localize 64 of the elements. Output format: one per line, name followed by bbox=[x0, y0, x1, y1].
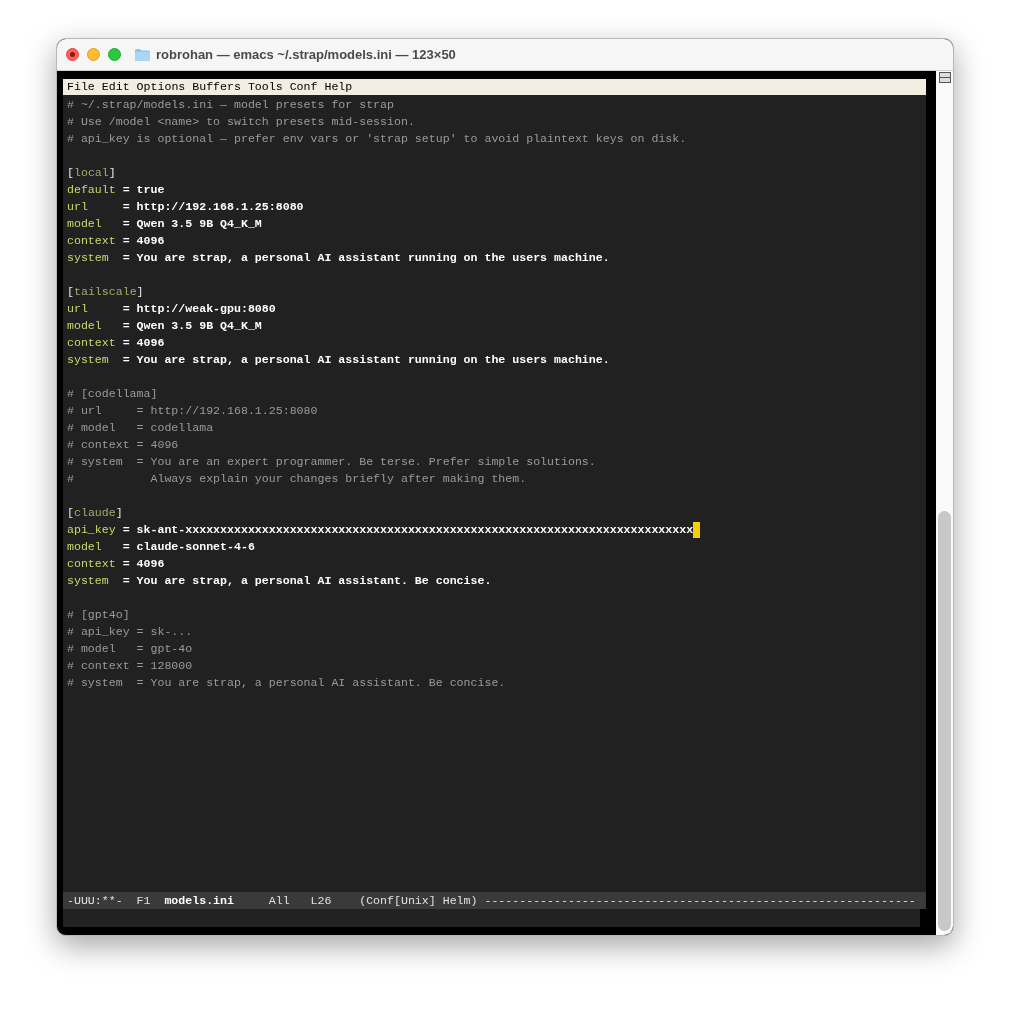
setting-value: = http://192.168.1.25:8080 bbox=[122, 199, 304, 215]
setting-value: = sk-ant-xxxxxxxxxxxxxxxxxxxxxxxxxxxxxxxxxxxxxxxxxxxxxxxxxxxxxxxxxxxxxxxxxxxxxxxxx bbox=[122, 522, 694, 538]
comment-line: # [gpt4o] bbox=[67, 608, 130, 621]
setting-key: system bbox=[67, 249, 123, 266]
split-icon[interactable] bbox=[938, 72, 951, 83]
setting-key: model bbox=[67, 538, 123, 555]
comment-line: # system = You are strap, a personal AI assistant. Be concise. bbox=[67, 676, 506, 689]
setting-key: default bbox=[67, 181, 123, 198]
setting-key: system bbox=[67, 572, 123, 589]
setting-key: context bbox=[67, 232, 123, 249]
menu-item[interactable]: Buffers bbox=[192, 79, 241, 95]
close-button[interactable] bbox=[66, 48, 79, 61]
setting-key: system bbox=[67, 351, 123, 368]
setting-value: = claude-sonnet-4-6 bbox=[122, 539, 255, 555]
setting-key: api_key bbox=[67, 521, 123, 538]
comment-line: # model = codellama bbox=[67, 421, 214, 434]
zoom-button[interactable] bbox=[108, 48, 121, 61]
menu-item[interactable]: File bbox=[67, 79, 95, 95]
menu-item[interactable]: Tools bbox=[247, 79, 283, 95]
line-number: L26 bbox=[310, 893, 332, 909]
comment-line: # url = http://192.168.1.25:8080 bbox=[67, 404, 318, 417]
menu-item[interactable]: Edit bbox=[101, 79, 130, 95]
setting-key: context bbox=[67, 334, 123, 351]
mode-status: -UUU:**- bbox=[67, 893, 123, 909]
comment-line: # Use /model <name> to switch presets mid-session. bbox=[67, 115, 415, 128]
menu-item[interactable]: Help bbox=[324, 79, 353, 95]
setting-value: = You are strap, a personal AI assistant running on the users machine. bbox=[122, 250, 610, 266]
setting-key: url bbox=[67, 300, 123, 317]
setting-key: model bbox=[67, 317, 123, 334]
setting-value: = 4096 bbox=[122, 335, 165, 351]
setting-value: = You are strap, a personal AI assistant. Be concise. bbox=[122, 573, 492, 589]
setting-value: = 4096 bbox=[122, 556, 165, 572]
mode-line-fill: -------------------------------------------------------------- bbox=[484, 893, 916, 909]
folder-icon bbox=[135, 48, 150, 61]
setting-value: = Qwen 3.5 9B Q4_K_M bbox=[122, 216, 262, 232]
scroll-position: All bbox=[268, 893, 290, 909]
setting-value: = true bbox=[122, 182, 165, 198]
buffer-name: models.ini bbox=[164, 893, 234, 909]
setting-key: url bbox=[67, 198, 123, 215]
comment-line: # ~/.strap/models.ini — model presets for strap bbox=[67, 98, 394, 111]
setting-value: = You are strap, a personal AI assistant running on the users machine. bbox=[122, 352, 610, 368]
scroll-thumb[interactable] bbox=[938, 511, 951, 931]
comment-line: # Always explain your changes briefly after making them. bbox=[67, 472, 527, 485]
comment-line: # api_key = sk-... bbox=[67, 625, 193, 638]
minimize-button[interactable] bbox=[87, 48, 100, 61]
comment-line: # system = You are an expert programmer. Be terse. Prefer simple solutions. bbox=[67, 455, 596, 468]
menu-item[interactable]: Options bbox=[136, 79, 186, 95]
section-header: [local] bbox=[67, 165, 116, 181]
menu-item[interactable]: Conf bbox=[289, 79, 318, 95]
comment-line: # context = 4096 bbox=[67, 438, 179, 451]
comment-line: # model = gpt-4o bbox=[67, 642, 193, 655]
section-header: [claude] bbox=[67, 505, 123, 521]
comment-line: # api_key is optional — prefer env vars or 'strap setup' to avoid plaintext keys on disk. bbox=[67, 132, 687, 145]
setting-value: = 4096 bbox=[122, 233, 165, 249]
setting-key: model bbox=[67, 215, 123, 232]
section-header: [tailscale] bbox=[67, 284, 144, 300]
setting-key: context bbox=[67, 555, 123, 572]
comment-line: # [codellama] bbox=[67, 387, 158, 400]
frame-name: F1 bbox=[136, 893, 151, 909]
major-mode: (Conf[Unix] Helm) bbox=[359, 893, 478, 909]
comment-line: # context = 128000 bbox=[67, 659, 193, 672]
setting-value: = Qwen 3.5 9B Q4_K_M bbox=[122, 318, 262, 334]
setting-value: = http://weak-gpu:8080 bbox=[122, 301, 276, 317]
window-title: robrohan — emacs ~/.strap/models.ini — 123×50 bbox=[156, 45, 456, 64]
